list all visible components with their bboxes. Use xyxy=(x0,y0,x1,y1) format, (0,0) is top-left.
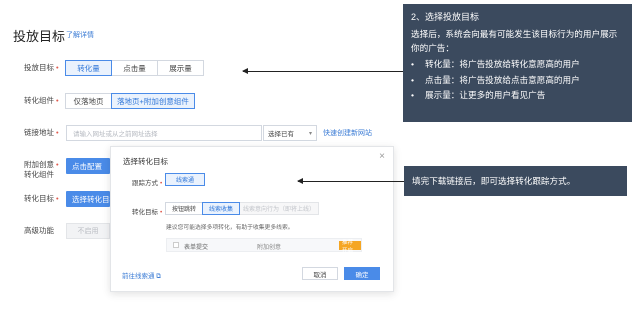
select-conversion-target-button[interactable]: 选择转化目标 xyxy=(66,191,110,207)
modal-target-button-jump[interactable]: 按钮跳转 xyxy=(165,202,203,215)
arrow-left-icon xyxy=(297,178,404,184)
cancel-button[interactable]: 取消 xyxy=(302,267,338,280)
callout-bullet: • 点击量：将广告投放给点击意愿高的用户 xyxy=(411,74,580,85)
target-label: 投放目标 • xyxy=(24,63,59,72)
modal-target-lead-intent: 线索意向行为（即将上线） xyxy=(239,202,319,215)
track-option-leads[interactable]: 线索通 xyxy=(165,173,205,186)
external-link-icon: ⧉ xyxy=(154,273,161,280)
modal-target-lead-collect[interactable]: 线索收集 xyxy=(202,202,240,215)
callout-bullets: • 转化量：将广告投放给转化意愿高的用户 • 点击量：将广告投放给点击意愿高的用户 … xyxy=(411,57,624,104)
row-checkbox[interactable] xyxy=(173,242,179,248)
url-label: 链接地址 • xyxy=(24,128,59,137)
url-select[interactable]: 选择已有 ▾ xyxy=(263,125,317,141)
quick-create-link[interactable]: 快速创建新网站 xyxy=(323,128,372,138)
target-options: 转化量 点击量 展示量 xyxy=(65,60,204,76)
target-option-conversion[interactable]: 转化量 xyxy=(65,60,112,76)
advanced-label: 高级功能 xyxy=(24,226,54,235)
component-label: 转化组件 • xyxy=(24,96,59,105)
page-title: 投放目标 xyxy=(13,29,66,44)
url-input[interactable]: 请输入网址或从之前网址选择 xyxy=(66,125,262,141)
target-option-click[interactable]: 点击量 xyxy=(111,60,158,76)
arrow-left-icon xyxy=(242,68,403,74)
ok-button[interactable]: 确定 xyxy=(344,267,380,280)
component-option-landing[interactable]: 仅落地页 xyxy=(65,93,112,109)
conversion-row: 表单提交 附加创意 推荐开启 xyxy=(166,238,362,254)
help-link[interactable]: 了解详情 xyxy=(66,30,94,40)
row-name: 表单提交 xyxy=(184,245,209,251)
callout-bullet: • 展示量：让更多的用户看见广告 xyxy=(411,90,546,100)
url-select-value: 选择已有 xyxy=(268,131,294,138)
callout-body: 选择后，系统会向最有可能发生该目标行为的用户展示你的广告： xyxy=(411,29,618,53)
advanced-disabled-button: 不启用 xyxy=(66,223,110,239)
callout-tracking-explain: 填完下载链接后，即可选择转化跟踪方式。 xyxy=(404,166,627,196)
track-method-label: 跟踪方式 • xyxy=(132,180,163,187)
goto-leads-link[interactable]: 前往线索通 ⧉ xyxy=(122,270,161,281)
modal-hint: 建议您可能选择多项转化，有助于收集更多线索。 xyxy=(166,225,294,231)
track-method-options: 线索通 xyxy=(165,173,205,186)
callout-heading: 2、选择投放目标 xyxy=(411,12,480,22)
component-options: 仅落地页 落地页+附加创意组件 xyxy=(65,93,195,109)
extra-label: 附加创意 • 转化组件 xyxy=(24,160,59,179)
target-option-impression[interactable]: 展示量 xyxy=(157,60,204,76)
row-desc: 附加创意 xyxy=(257,245,282,251)
recommend-badge: 推荐开启 xyxy=(339,240,361,254)
callout-target-explain: 2、选择投放目标 选择后，系统会向最有可能发生该目标行为的用户展示你的广告： •… xyxy=(403,4,632,122)
modal-target-options: 按钮跳转 线索收集 线索意向行为（即将上线） xyxy=(165,202,319,215)
close-icon[interactable]: × xyxy=(379,151,385,162)
chevron-down-icon: ▾ xyxy=(308,131,312,137)
callout-bullet: • 转化量：将广告投放给转化意愿高的用户 xyxy=(411,59,580,69)
component-option-landing-plus[interactable]: 落地页+附加创意组件 xyxy=(111,93,195,109)
modal-target-label: 转化目标 • xyxy=(132,209,163,216)
conversion-target-label: 转化目标 • xyxy=(24,194,59,203)
modal-title: 选择转化目标 xyxy=(123,157,168,166)
configure-button[interactable]: 点击配置 xyxy=(66,158,110,174)
